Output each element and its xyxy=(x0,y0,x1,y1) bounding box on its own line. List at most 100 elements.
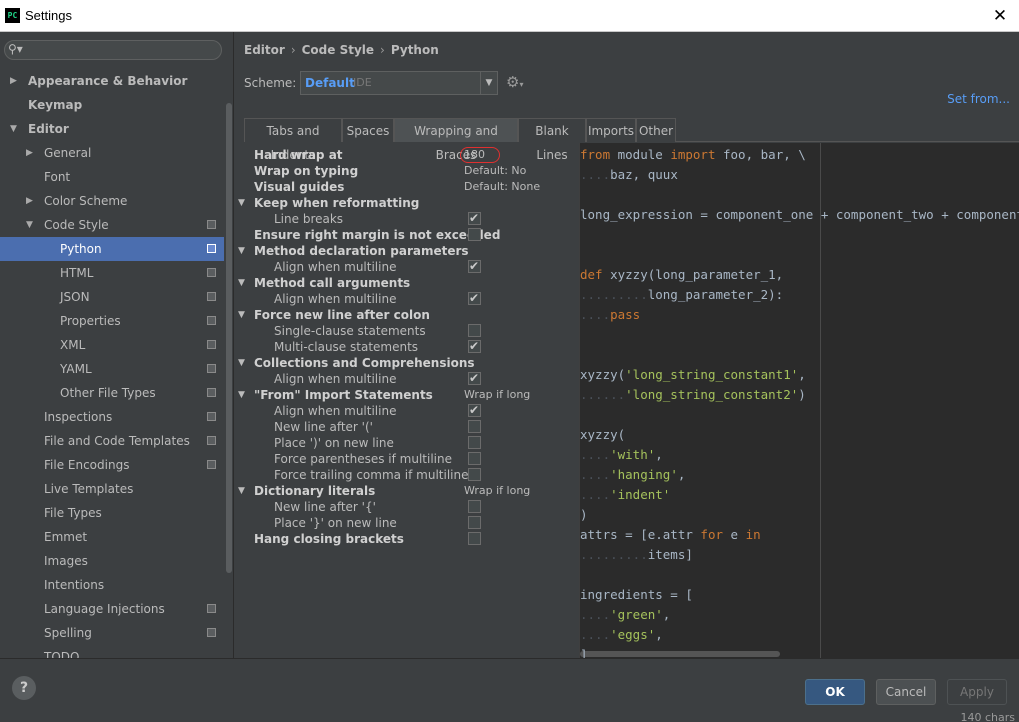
sidebar-item-editor[interactable]: ▼ Editor xyxy=(0,117,224,141)
collapsed-arrow-icon[interactable]: ▶ xyxy=(26,189,33,213)
apply-button[interactable]: Apply xyxy=(947,679,1007,705)
option-row[interactable]: Wrap on typing Default: No xyxy=(234,163,574,179)
sidebar-item-file-types[interactable]: File Types xyxy=(0,501,224,525)
tab-other[interactable]: Other xyxy=(636,118,676,142)
sidebar-item-xml[interactable]: XML xyxy=(0,333,224,357)
option-value-dropdown[interactable]: Wrap if long xyxy=(464,483,530,499)
option-checkbox[interactable]: ✔ xyxy=(468,211,481,225)
sidebar-item-color-scheme[interactable]: ▶ Color Scheme xyxy=(0,189,224,213)
sidebar-item-todo[interactable]: TODO xyxy=(0,645,224,658)
expanded-arrow-icon[interactable]: ▼ xyxy=(238,387,245,403)
sidebar-item-language-injections[interactable]: Language Injections xyxy=(0,597,224,621)
option-checkbox[interactable] xyxy=(468,516,481,529)
search-field[interactable]: ⚲▾ xyxy=(4,40,222,60)
tab-blank-lines[interactable]: Blank Lines xyxy=(518,118,586,162)
chevron-right-icon: › xyxy=(290,43,296,57)
option-value-dropdown[interactable]: Wrap if long xyxy=(464,387,530,403)
option-value-dropdown[interactable]: Default: No xyxy=(464,163,526,179)
set-from-link[interactable]: Set from... xyxy=(947,92,1010,106)
sidebar-item-live-templates[interactable]: Live Templates xyxy=(0,477,224,501)
expanded-arrow-icon[interactable]: ▼ xyxy=(10,117,17,141)
help-icon[interactable]: ? xyxy=(12,676,36,700)
option-row[interactable]: Force parentheses if multiline xyxy=(234,451,574,467)
option-checkbox[interactable] xyxy=(468,532,481,545)
option-row[interactable]: Multi-clause statements ✔ xyxy=(234,339,574,355)
ok-button[interactable]: OK xyxy=(805,679,865,705)
option-value-dropdown[interactable]: Default: None xyxy=(464,179,540,195)
option-row[interactable]: Hard wrap at 180 xyxy=(234,147,574,163)
sidebar-item-file-encodings[interactable]: File Encodings xyxy=(0,453,224,477)
sidebar-item-file-and-code-templates[interactable]: File and Code Templates xyxy=(0,429,224,453)
sidebar-item-intentions[interactable]: Intentions xyxy=(0,573,224,597)
option-row[interactable]: Align when multiline ✔ xyxy=(234,403,574,419)
option-checkbox[interactable] xyxy=(468,228,481,241)
option-row[interactable]: Align when multiline ✔ xyxy=(234,259,574,275)
expanded-arrow-icon[interactable]: ▼ xyxy=(238,195,245,211)
tab-spaces[interactable]: Spaces xyxy=(342,118,394,142)
gear-icon[interactable]: ⚙▾ xyxy=(506,73,523,91)
sidebar-scrollbar[interactable] xyxy=(226,103,232,573)
sidebar-item-spelling[interactable]: Spelling xyxy=(0,621,224,645)
sidebar-item-other-file-types[interactable]: Other File Types xyxy=(0,381,224,405)
sidebar-item-images[interactable]: Images xyxy=(0,549,224,573)
option-checkbox[interactable]: ✔ xyxy=(468,371,481,385)
option-checkbox[interactable]: ✔ xyxy=(468,259,481,273)
option-label: New line after '(' xyxy=(274,420,373,434)
option-row[interactable]: ▼ Keep when reformatting xyxy=(234,195,574,211)
sidebar-item-json[interactable]: JSON xyxy=(0,285,224,309)
option-checkbox[interactable] xyxy=(468,468,481,481)
option-row[interactable]: Force trailing comma if multiline xyxy=(234,467,574,483)
option-row[interactable]: ▼ Method call arguments xyxy=(234,275,574,291)
option-row[interactable]: New line after '{' xyxy=(234,499,574,515)
sidebar-item-appearance-behavior[interactable]: ▶ Appearance & Behavior xyxy=(0,69,224,93)
option-row[interactable]: Line breaks ✔ xyxy=(234,211,574,227)
option-row[interactable]: Single-clause statements xyxy=(234,323,574,339)
option-row[interactable]: ▼ Collections and Comprehensions xyxy=(234,355,574,371)
option-checkbox[interactable] xyxy=(468,324,481,337)
option-row[interactable]: Ensure right margin is not exceeded xyxy=(234,227,574,243)
option-row[interactable]: ▼ "From" Import Statements Wrap if long xyxy=(234,387,574,403)
close-icon[interactable]: ✕ xyxy=(987,3,1013,29)
sidebar-item-code-style[interactable]: ▼ Code Style xyxy=(0,213,224,237)
option-row[interactable]: Align when multiline ✔ xyxy=(234,291,574,307)
option-checkbox[interactable]: ✔ xyxy=(468,291,481,305)
sidebar-item-properties[interactable]: Properties xyxy=(0,309,224,333)
option-row[interactable]: Visual guides Default: None xyxy=(234,179,574,195)
expanded-arrow-icon[interactable]: ▼ xyxy=(238,275,245,291)
sidebar-item-emmet[interactable]: Emmet xyxy=(0,525,224,549)
option-checkbox[interactable] xyxy=(468,500,481,513)
tab-tabs-and-indents[interactable]: Tabs and Indents xyxy=(244,118,342,162)
option-row[interactable]: ▼ Force new line after colon xyxy=(234,307,574,323)
sidebar-item-font[interactable]: Font xyxy=(0,165,224,189)
sidebar-item-html[interactable]: HTML xyxy=(0,261,224,285)
sidebar-item-inspections[interactable]: Inspections xyxy=(0,405,224,429)
option-row[interactable]: ▼ Method declaration parameters xyxy=(234,243,574,259)
option-checkbox[interactable] xyxy=(468,452,481,465)
sidebar-item-python[interactable]: Python xyxy=(0,237,224,261)
sidebar-item-yaml[interactable]: YAML xyxy=(0,357,224,381)
expanded-arrow-icon[interactable]: ▼ xyxy=(238,243,245,259)
tab-wrapping-and-braces[interactable]: Wrapping and Braces xyxy=(394,118,518,162)
option-checkbox[interactable] xyxy=(468,436,481,449)
option-row[interactable]: Align when multiline ✔ xyxy=(234,371,574,387)
expanded-arrow-icon[interactable]: ▼ xyxy=(238,483,245,499)
expanded-arrow-icon[interactable]: ▼ xyxy=(26,213,33,237)
option-row[interactable]: New line after '(' xyxy=(234,419,574,435)
scheme-dropdown[interactable]: Default IDE ▼ xyxy=(300,71,498,95)
option-checkbox[interactable] xyxy=(468,420,481,433)
sidebar-item-keymap[interactable]: Keymap xyxy=(0,93,224,117)
preview-horizontal-scrollbar[interactable] xyxy=(580,651,780,657)
sidebar-item-general[interactable]: ▶ General xyxy=(0,141,224,165)
expanded-arrow-icon[interactable]: ▼ xyxy=(238,355,245,371)
expanded-arrow-icon[interactable]: ▼ xyxy=(238,307,245,323)
tab-imports[interactable]: Imports xyxy=(586,118,636,142)
option-row[interactable]: Place '}' on new line xyxy=(234,515,574,531)
cancel-button[interactable]: Cancel xyxy=(876,679,936,705)
option-checkbox[interactable]: ✔ xyxy=(468,339,481,353)
option-row[interactable]: ▼ Dictionary literals Wrap if long xyxy=(234,483,574,499)
option-row[interactable]: Place ')' on new line xyxy=(234,435,574,451)
collapsed-arrow-icon[interactable]: ▶ xyxy=(10,69,17,93)
option-checkbox[interactable]: ✔ xyxy=(468,403,481,417)
option-row[interactable]: Hang closing brackets xyxy=(234,531,574,547)
collapsed-arrow-icon[interactable]: ▶ xyxy=(26,141,33,165)
